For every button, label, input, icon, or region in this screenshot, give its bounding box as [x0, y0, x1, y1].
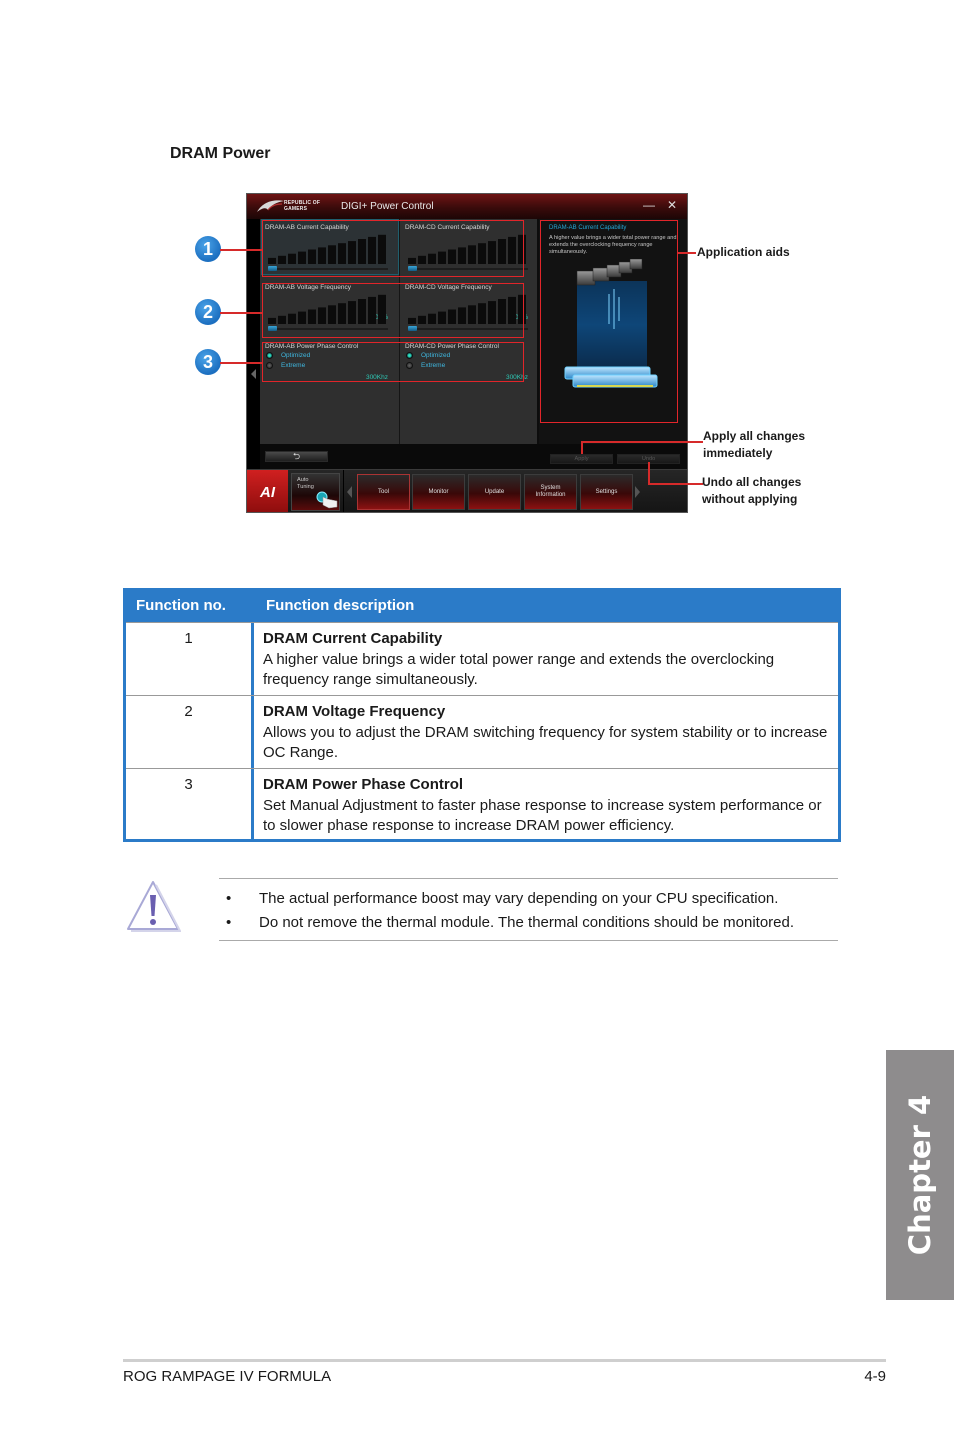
caution-text: Do not remove the thermal module. The th… — [259, 914, 795, 931]
back-button[interactable]: ⮌ — [265, 451, 328, 462]
row-description: DRAM Voltage Frequency Allows you to adj… — [254, 696, 838, 768]
header-function-no: Function no. — [136, 596, 226, 614]
undo-leader — [648, 483, 703, 485]
dock-monitor-button[interactable]: Monitor — [412, 474, 465, 510]
apply-button[interactable]: Apply — [550, 454, 613, 464]
apply-leader — [581, 441, 703, 443]
callout-badge-1: 1 — [195, 236, 221, 262]
bottom-action-bar: ⮌ Apply Undo — [260, 444, 687, 469]
row-description: DRAM Current Capability A higher value b… — [254, 623, 838, 695]
row-text: Allows you to adjust the DRAM switching … — [263, 723, 828, 762]
rog-eye-logo-icon — [257, 200, 284, 212]
auto-tuning-button[interactable]: Auto Tuning — [291, 473, 340, 511]
row-number: 2 — [126, 696, 254, 768]
highlight-box-3 — [262, 342, 524, 382]
row-text: A higher value brings a wider total powe… — [263, 650, 775, 689]
window-title: DIGI+ Power Control — [341, 201, 434, 212]
apply-leader-vertical — [581, 441, 583, 454]
callout-badge-3: 3 — [195, 349, 221, 375]
bullet: • — [226, 890, 232, 907]
callout-leader-3 — [220, 362, 262, 364]
chapter-tab: Chapter 4 — [886, 1050, 954, 1300]
undo-leader-vertical — [648, 462, 650, 484]
minimize-button[interactable]: — — [643, 198, 655, 212]
chapter-label: Chapter 4 — [903, 1094, 937, 1256]
highlight-box-2 — [262, 283, 524, 338]
highlight-box-1 — [262, 220, 524, 277]
dock-scroll-right-icon[interactable] — [635, 486, 640, 498]
caution-text: The actual performance boost may vary de… — [259, 890, 779, 907]
brand-line-2: GAMERS — [284, 206, 308, 212]
table-header: Function no. Function description — [126, 588, 838, 622]
application-aids-leader — [678, 252, 696, 254]
row-number: 3 — [126, 769, 254, 839]
note-divider-bottom — [219, 940, 838, 941]
row-title: DRAM Power Phase Control — [263, 776, 464, 793]
note-divider-top — [219, 878, 838, 879]
bullet: • — [226, 914, 232, 931]
undo-callout: Undo all changes without applying — [702, 475, 802, 506]
dock-settings-button[interactable]: Settings — [580, 474, 633, 510]
table-row: 3 DRAM Power Phase Control Set Manual Ad… — [126, 768, 838, 839]
ai-suite-dock: AI Auto Tuning Tool Monitor Update Syste… — [247, 469, 687, 512]
left-nav-strip — [247, 219, 260, 469]
hand-pointer-icon — [316, 491, 338, 509]
callout-badge-2: 2 — [195, 299, 221, 325]
application-aids-highlight-box — [540, 220, 678, 423]
close-button[interactable]: ✕ — [667, 198, 677, 212]
title-bar: REPUBLIC OF GAMERS DIGI+ Power Control —… — [247, 194, 687, 219]
section-title: DRAM Power — [170, 145, 271, 162]
ai-suite-logo[interactable]: AI — [247, 470, 288, 512]
rog-brand-text: REPUBLIC OF GAMERS — [284, 200, 320, 212]
footer-divider — [123, 1359, 886, 1362]
dock-tool-button[interactable]: Tool — [357, 474, 410, 510]
dock-separator — [343, 470, 344, 512]
row-title: DRAM Voltage Frequency — [263, 703, 446, 720]
row-title: DRAM Current Capability — [263, 630, 443, 647]
dock-update-button[interactable]: Update — [468, 474, 521, 510]
footer-page-number: 4-9 — [864, 1368, 886, 1385]
row-text: Set Manual Adjustment to faster phase re… — [263, 796, 822, 835]
scroll-left-arrow-icon[interactable] — [251, 369, 256, 379]
apply-callout: Apply all changes immediately — [703, 429, 806, 460]
row-number: 1 — [126, 623, 254, 695]
dock-system-information-button[interactable]: System Information — [524, 474, 577, 510]
table-row: 2 DRAM Voltage Frequency Allows you to a… — [126, 695, 838, 768]
callout-leader-1 — [220, 249, 262, 251]
table-row: 1 DRAM Current Capability A higher value… — [126, 622, 838, 695]
header-function-description: Function description — [266, 596, 415, 614]
function-table: Function no. Function description 1 DRAM… — [123, 588, 841, 842]
auto-tuning-label: Auto Tuning — [297, 477, 314, 490]
footer-product-name: ROG RAMPAGE IV FORMULA — [123, 1368, 332, 1385]
row-description: DRAM Power Phase Control Set Manual Adju… — [254, 769, 838, 839]
caution-warning-icon — [127, 881, 181, 932]
callout-leader-2 — [220, 312, 262, 314]
application-aids-callout: Application aids — [697, 245, 790, 259]
dock-scroll-left-icon[interactable] — [347, 486, 352, 498]
